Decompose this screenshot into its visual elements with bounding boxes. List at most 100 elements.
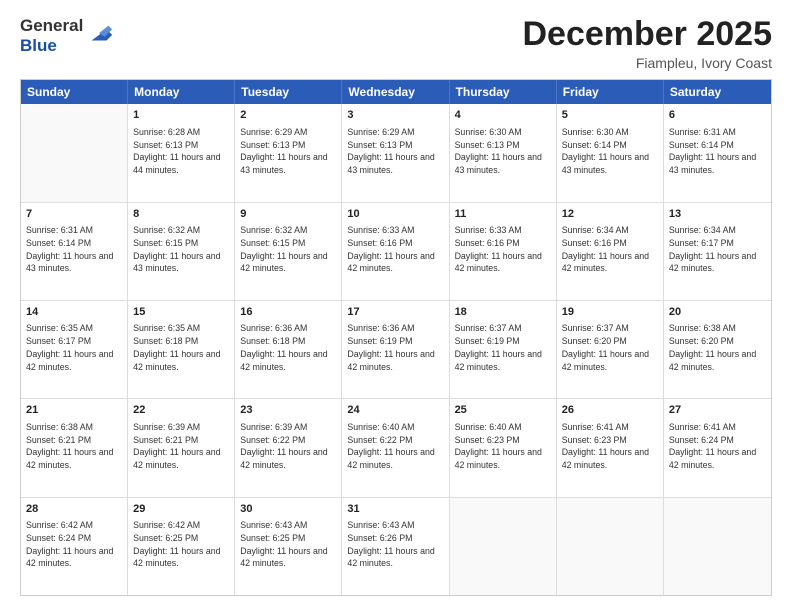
logo-icon xyxy=(86,20,114,48)
calendar-day-7: 7Sunrise: 6:31 AM Sunset: 6:14 PM Daylig… xyxy=(21,203,128,300)
cell-detail: Sunrise: 6:38 AM Sunset: 6:20 PM Dayligh… xyxy=(669,322,766,373)
day-number: 23 xyxy=(240,403,336,418)
day-number: 2 xyxy=(240,108,336,123)
day-number: 30 xyxy=(240,502,336,517)
day-number: 31 xyxy=(347,502,443,517)
calendar-week-2: 7Sunrise: 6:31 AM Sunset: 6:14 PM Daylig… xyxy=(21,203,771,301)
cell-detail: Sunrise: 6:36 AM Sunset: 6:19 PM Dayligh… xyxy=(347,322,443,373)
calendar-day-29: 29Sunrise: 6:42 AM Sunset: 6:25 PM Dayli… xyxy=(128,498,235,595)
cell-detail: Sunrise: 6:43 AM Sunset: 6:26 PM Dayligh… xyxy=(347,519,443,570)
day-number: 27 xyxy=(669,403,766,418)
logo-blue: Blue xyxy=(20,36,83,56)
calendar-week-3: 14 Sunrise: 6:35 AM Sunset: 6:17 PM Dayli… xyxy=(21,301,771,399)
calendar-header-row: SundayMondayTuesdayWednesdayThursdayFrid… xyxy=(21,80,771,104)
day-number: 22 xyxy=(133,403,229,418)
cell-detail: Sunrise: 6:36 AM Sunset: 6:18 PM Dayligh… xyxy=(240,322,336,373)
calendar-day-16: 16 Sunrise: 6:36 AM Sunset: 6:18 PM Dayli… xyxy=(235,301,342,398)
logo-general: General xyxy=(20,16,83,36)
day-number: 10 xyxy=(347,207,443,222)
day-number: 6 xyxy=(669,108,766,123)
day-number: 24 xyxy=(347,403,443,418)
header-day-friday: Friday xyxy=(557,80,664,104)
title-block: December 2025 Fiampleu, Ivory Coast xyxy=(522,16,772,71)
calendar-day-22: 22 Sunrise: 6:39 AM Sunset: 6:21 PM Dayli… xyxy=(128,399,235,496)
cell-detail: Sunrise: 6:32 AM Sunset: 6:15 PM Dayligh… xyxy=(240,224,336,275)
day-number: 1 xyxy=(133,108,229,123)
calendar-day-1: 1 Sunrise: 6:28 AM Sunset: 6:13 PM Daylig… xyxy=(128,104,235,201)
calendar-day-empty xyxy=(664,498,771,595)
calendar-day-17: 17 Sunrise: 6:36 AM Sunset: 6:19 PM Dayli… xyxy=(342,301,449,398)
calendar-day-15: 15 Sunrise: 6:35 AM Sunset: 6:18 PM Dayli… xyxy=(128,301,235,398)
day-number: 15 xyxy=(133,305,229,320)
calendar-week-4: 21 Sunrise: 6:38 AM Sunset: 6:21 PM Dayli… xyxy=(21,399,771,497)
cell-detail: Sunrise: 6:28 AM Sunset: 6:13 PM Dayligh… xyxy=(133,126,229,177)
calendar-day-9: 9 Sunrise: 6:32 AM Sunset: 6:15 PM Daylig… xyxy=(235,203,342,300)
month-title: December 2025 xyxy=(522,16,772,53)
day-number: 19 xyxy=(562,305,658,320)
calendar-day-27: 27Sunrise: 6:41 AM Sunset: 6:24 PM Dayli… xyxy=(664,399,771,496)
header-day-tuesday: Tuesday xyxy=(235,80,342,104)
calendar-day-30: 30 Sunrise: 6:43 AM Sunset: 6:25 PM Dayli… xyxy=(235,498,342,595)
calendar-day-10: 10 Sunrise: 6:33 AM Sunset: 6:16 PM Dayli… xyxy=(342,203,449,300)
cell-detail: Sunrise: 6:29 AM Sunset: 6:13 PM Dayligh… xyxy=(347,126,443,177)
header-day-thursday: Thursday xyxy=(450,80,557,104)
cell-detail: Sunrise: 6:35 AM Sunset: 6:17 PM Dayligh… xyxy=(26,322,122,373)
calendar-day-28: 28 Sunrise: 6:42 AM Sunset: 6:24 PM Dayli… xyxy=(21,498,128,595)
cell-detail: Sunrise: 6:35 AM Sunset: 6:18 PM Dayligh… xyxy=(133,322,229,373)
calendar-day-11: 11 Sunrise: 6:33 AM Sunset: 6:16 PM Dayli… xyxy=(450,203,557,300)
calendar-day-31: 31 Sunrise: 6:43 AM Sunset: 6:26 PM Dayli… xyxy=(342,498,449,595)
calendar-week-1: 1 Sunrise: 6:28 AM Sunset: 6:13 PM Daylig… xyxy=(21,104,771,202)
cell-detail: Sunrise: 6:37 AM Sunset: 6:19 PM Dayligh… xyxy=(455,322,551,373)
day-number: 4 xyxy=(455,108,551,123)
cell-detail: Sunrise: 6:33 AM Sunset: 6:16 PM Dayligh… xyxy=(455,224,551,275)
calendar-day-19: 19 Sunrise: 6:37 AM Sunset: 6:20 PM Dayli… xyxy=(557,301,664,398)
day-number: 14 xyxy=(26,305,122,320)
day-number: 11 xyxy=(455,207,551,222)
cell-detail: Sunrise: 6:34 AM Sunset: 6:16 PM Dayligh… xyxy=(562,224,658,275)
cell-detail: Sunrise: 6:31 AM Sunset: 6:14 PM Dayligh… xyxy=(669,126,766,177)
day-number: 8 xyxy=(133,207,229,222)
header-day-saturday: Saturday xyxy=(664,80,771,104)
day-number: 20 xyxy=(669,305,766,320)
header-day-monday: Monday xyxy=(128,80,235,104)
day-number: 16 xyxy=(240,305,336,320)
calendar-day-13: 13Sunrise: 6:34 AM Sunset: 6:17 PM Dayli… xyxy=(664,203,771,300)
calendar-day-3: 3 Sunrise: 6:29 AM Sunset: 6:13 PM Daylig… xyxy=(342,104,449,201)
day-number: 17 xyxy=(347,305,443,320)
cell-detail: Sunrise: 6:30 AM Sunset: 6:14 PM Dayligh… xyxy=(562,126,658,177)
cell-detail: Sunrise: 6:43 AM Sunset: 6:25 PM Dayligh… xyxy=(240,519,336,570)
day-number: 21 xyxy=(26,403,122,418)
cell-detail: Sunrise: 6:39 AM Sunset: 6:21 PM Dayligh… xyxy=(133,421,229,472)
calendar-day-26: 26Sunrise: 6:41 AM Sunset: 6:23 PM Dayli… xyxy=(557,399,664,496)
day-number: 28 xyxy=(26,502,122,517)
cell-detail: Sunrise: 6:40 AM Sunset: 6:23 PM Dayligh… xyxy=(455,421,551,472)
day-number: 3 xyxy=(347,108,443,123)
cell-detail: Sunrise: 6:42 AM Sunset: 6:24 PM Dayligh… xyxy=(26,519,122,570)
cell-detail: Sunrise: 6:34 AM Sunset: 6:17 PM Dayligh… xyxy=(669,224,766,275)
day-number: 26 xyxy=(562,403,658,418)
cell-detail: Sunrise: 6:39 AM Sunset: 6:22 PM Dayligh… xyxy=(240,421,336,472)
cell-detail: Sunrise: 6:38 AM Sunset: 6:21 PM Dayligh… xyxy=(26,421,122,472)
calendar-day-23: 23 Sunrise: 6:39 AM Sunset: 6:22 PM Dayli… xyxy=(235,399,342,496)
cell-detail: Sunrise: 6:33 AM Sunset: 6:16 PM Dayligh… xyxy=(347,224,443,275)
calendar-day-8: 8 Sunrise: 6:32 AM Sunset: 6:15 PM Daylig… xyxy=(128,203,235,300)
header-day-wednesday: Wednesday xyxy=(342,80,449,104)
calendar-day-empty xyxy=(450,498,557,595)
cell-detail: Sunrise: 6:29 AM Sunset: 6:13 PM Dayligh… xyxy=(240,126,336,177)
header: General Blue December 2025 Fiampleu, Ivo… xyxy=(20,16,772,71)
calendar-day-12: 12Sunrise: 6:34 AM Sunset: 6:16 PM Dayli… xyxy=(557,203,664,300)
calendar: SundayMondayTuesdayWednesdayThursdayFrid… xyxy=(20,79,772,596)
calendar-day-24: 24Sunrise: 6:40 AM Sunset: 6:22 PM Dayli… xyxy=(342,399,449,496)
calendar-day-20: 20 Sunrise: 6:38 AM Sunset: 6:20 PM Dayli… xyxy=(664,301,771,398)
calendar-day-5: 5 Sunrise: 6:30 AM Sunset: 6:14 PM Daylig… xyxy=(557,104,664,201)
cell-detail: Sunrise: 6:37 AM Sunset: 6:20 PM Dayligh… xyxy=(562,322,658,373)
day-number: 9 xyxy=(240,207,336,222)
calendar-day-14: 14 Sunrise: 6:35 AM Sunset: 6:17 PM Dayli… xyxy=(21,301,128,398)
location: Fiampleu, Ivory Coast xyxy=(522,55,772,71)
day-number: 18 xyxy=(455,305,551,320)
calendar-body: 1 Sunrise: 6:28 AM Sunset: 6:13 PM Daylig… xyxy=(21,104,771,595)
calendar-day-6: 6 Sunrise: 6:31 AM Sunset: 6:14 PM Daylig… xyxy=(664,104,771,201)
logo: General Blue xyxy=(20,16,114,55)
day-number: 5 xyxy=(562,108,658,123)
cell-detail: Sunrise: 6:32 AM Sunset: 6:15 PM Dayligh… xyxy=(133,224,229,275)
